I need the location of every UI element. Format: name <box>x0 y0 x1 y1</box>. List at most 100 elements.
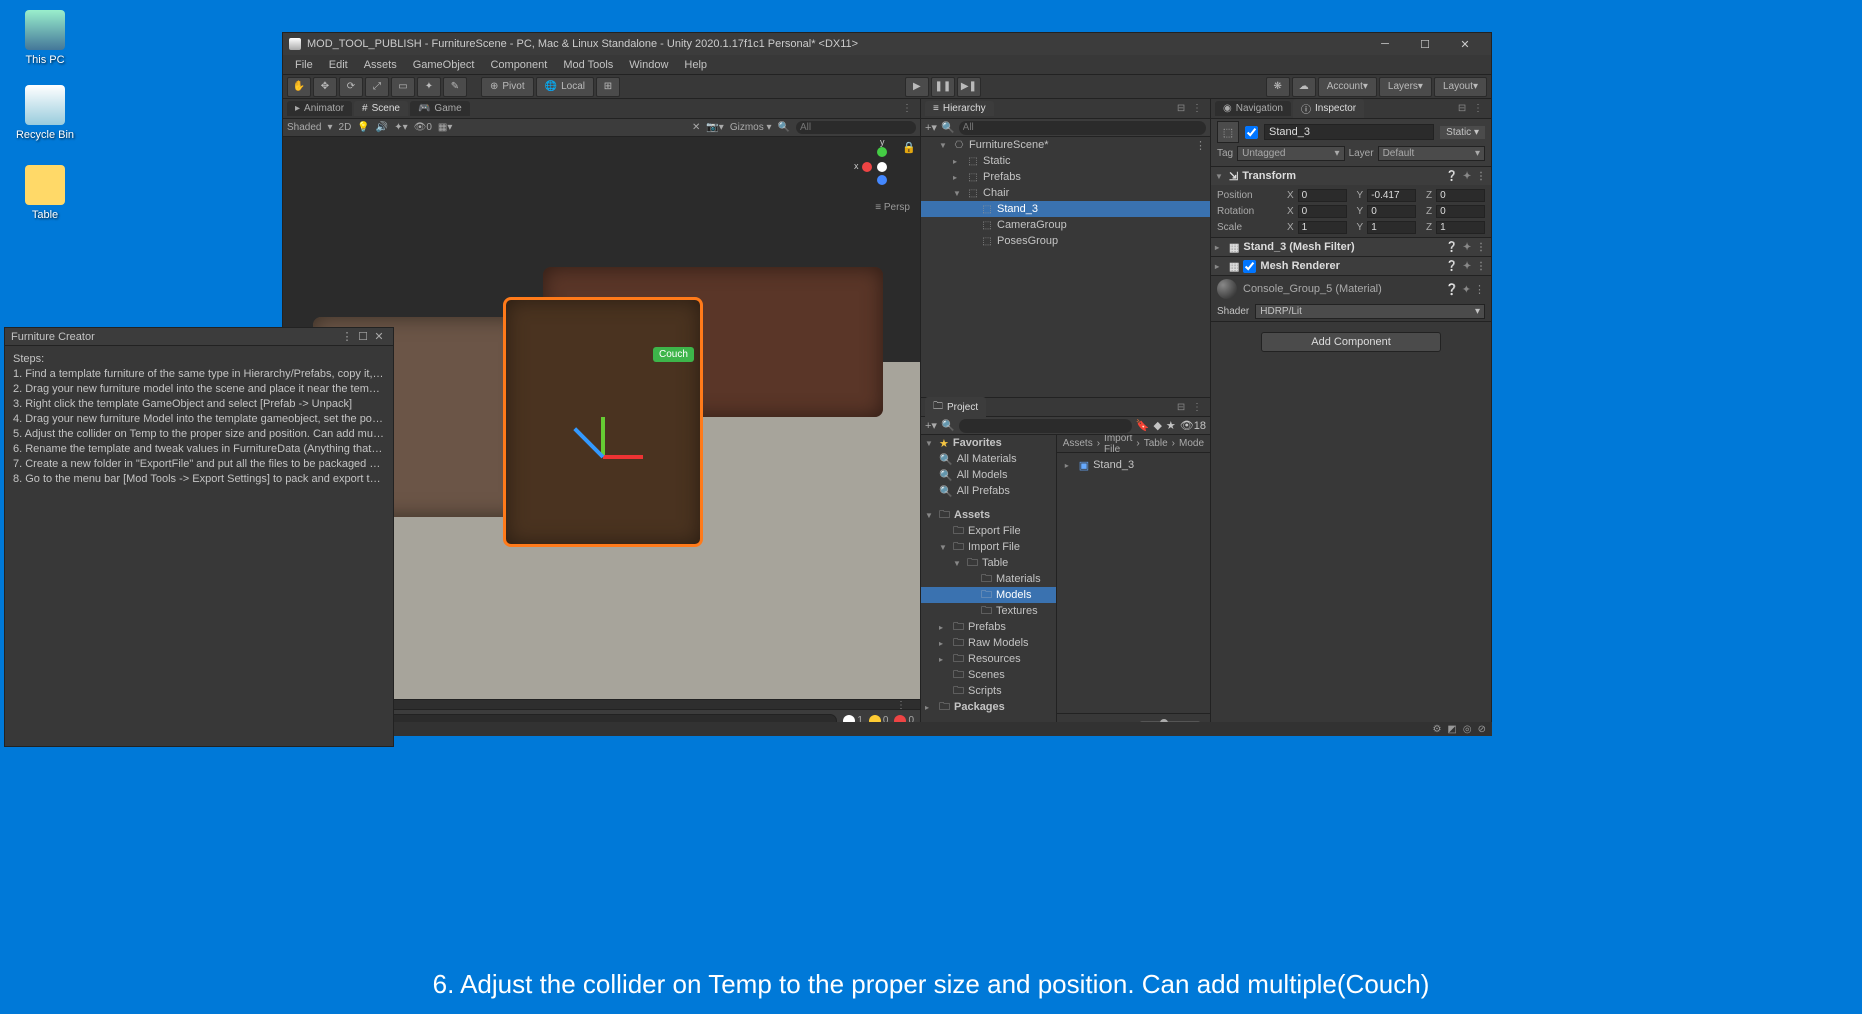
filter-icon[interactable]: 🔖 <box>1136 419 1150 432</box>
active-checkbox[interactable] <box>1245 126 1258 139</box>
scene-search[interactable] <box>796 121 916 134</box>
menu-component[interactable]: Component <box>482 57 555 73</box>
assets-header[interactable]: ▼🗀Assets <box>921 507 1056 523</box>
persp-label[interactable]: ≡ Persp <box>875 202 910 213</box>
folder-item[interactable]: ▸🗀Raw Models <box>921 635 1056 651</box>
folder-item[interactable]: ▼🗀Import File <box>921 539 1056 555</box>
material-header[interactable]: Console_Group_5 (Material)❔ ✦ ⋮ <box>1211 276 1491 302</box>
desktop-icon-recycle[interactable]: Recycle Bin <box>10 85 80 141</box>
scl-x[interactable]: 1 <box>1298 221 1347 234</box>
fav-item[interactable]: 🔍All Prefabs <box>921 483 1056 499</box>
favorites-header[interactable]: ▼★Favorites <box>921 435 1056 451</box>
step-button[interactable]: ▶❚ <box>957 77 981 97</box>
folder-item[interactable]: 🗀Scenes <box>921 667 1056 683</box>
hierarchy-item[interactable]: ⬚PosesGroup <box>921 233 1210 249</box>
tab-game[interactable]: 🎮 Game <box>410 101 470 116</box>
inspector-opts-icon[interactable]: ⊟ ⋮ <box>1458 103 1491 114</box>
fx-icon[interactable]: ✦▾ <box>394 122 407 133</box>
rect-tool[interactable]: ▭ <box>391 77 415 97</box>
fav-item[interactable]: 🔍All Materials <box>921 451 1056 467</box>
menu-modtools[interactable]: Mod Tools <box>555 57 621 73</box>
fc-menu-icon[interactable]: ⋮ <box>339 330 355 343</box>
filter-icon[interactable]: ◆ <box>1153 419 1161 432</box>
hierarchy-item[interactable]: ⬚CameraGroup <box>921 217 1210 233</box>
add-button[interactable]: +▾ <box>925 121 937 134</box>
scene-root[interactable]: ▼⎔FurnitureScene*⋮ <box>921 137 1210 153</box>
shader-dropdown[interactable]: HDRP/Lit▾ <box>1255 304 1485 319</box>
breadcrumb-item[interactable]: Import File <box>1104 435 1132 455</box>
status-icon[interactable]: ⊘ <box>1478 724 1486 735</box>
tab-inspector[interactable]: ⓘ Inspector <box>1293 99 1364 118</box>
static-dropdown[interactable]: Static ▾ <box>1440 126 1485 139</box>
hierarchy-opts-icon[interactable]: ⊟ ⋮ <box>1177 103 1210 114</box>
rot-y[interactable]: 0 <box>1367 205 1416 218</box>
rotate-tool[interactable]: ⟳ <box>339 77 363 97</box>
breadcrumb-item[interactable]: Table <box>1144 438 1168 449</box>
filter-icon[interactable]: ★ <box>1166 419 1176 432</box>
add-component-button[interactable]: Add Component <box>1261 332 1441 352</box>
folder-item[interactable]: ▸🗀Prefabs <box>921 619 1056 635</box>
pos-x[interactable]: 0 <box>1298 189 1347 202</box>
minimize-button[interactable]: ─ <box>1365 33 1405 55</box>
light-icon[interactable]: 💡 <box>357 122 369 133</box>
hierarchy-search[interactable] <box>959 121 1206 135</box>
tab-project[interactable]: 🗀 Project <box>925 397 986 418</box>
meshfilter-header[interactable]: ▸▦Stand_3 (Mesh Filter)❔ ✦ ⋮ <box>1211 238 1491 256</box>
status-icon[interactable]: ◩ <box>1447 724 1456 735</box>
tab-animator[interactable]: ▸ Animator <box>287 101 352 116</box>
grid-icon[interactable]: ▦▾ <box>438 122 452 133</box>
audio-icon[interactable]: 🔊 <box>376 122 388 133</box>
add-asset-button[interactable]: +▾ <box>925 419 937 432</box>
transform-tool[interactable]: ✦ <box>417 77 441 97</box>
snap-toggle[interactable]: ⊞ <box>596 77 620 97</box>
pause-button[interactable]: ❚❚ <box>931 77 955 97</box>
scl-z[interactable]: 1 <box>1436 221 1485 234</box>
fc-close-icon[interactable]: ✕ <box>371 330 387 343</box>
renderer-checkbox[interactable] <box>1243 260 1256 273</box>
breadcrumb-item[interactable]: Assets <box>1063 438 1093 449</box>
desktop-icon-pc[interactable]: This PC <box>10 10 80 66</box>
hand-tool[interactable]: ✋ <box>287 77 311 97</box>
object-name-field[interactable]: Stand_3 <box>1264 124 1434 140</box>
packages-header[interactable]: ▸🗀Packages <box>921 699 1056 715</box>
menu-window[interactable]: Window <box>621 57 676 73</box>
maximize-button[interactable]: ☐ <box>1405 33 1445 55</box>
transform-header[interactable]: ▼⇲Transform❔ ✦ ⋮ <box>1211 167 1491 185</box>
console-options-icon[interactable]: ⋮ <box>896 700 914 709</box>
breadcrumb-item[interactable]: Mode <box>1179 438 1204 449</box>
rot-z[interactable]: 0 <box>1436 205 1485 218</box>
folder-item[interactable]: 🗀Export File <box>921 523 1056 539</box>
shaded-dropdown[interactable]: Shaded <box>287 122 321 133</box>
tab-scene[interactable]: # Scene <box>354 101 408 116</box>
menu-file[interactable]: File <box>287 57 321 73</box>
fc-titlebar[interactable]: Furniture Creator ⋮ ☐ ✕ <box>5 328 393 346</box>
play-button[interactable]: ▶ <box>905 77 929 97</box>
object-icon[interactable]: ⬚ <box>1217 121 1239 143</box>
hierarchy-item-selected[interactable]: ⬚Stand_3 <box>921 201 1210 217</box>
tag-dropdown[interactable]: Untagged▾ <box>1237 146 1344 161</box>
pos-y[interactable]: -0.417 <box>1367 189 1416 202</box>
tools-icon[interactable]: ✕ <box>692 122 700 133</box>
asset-item[interactable]: ▸▣Stand_3 <box>1061 457 1206 473</box>
fav-item[interactable]: 🔍All Models <box>921 467 1056 483</box>
tab-navigation[interactable]: ◉ Navigation <box>1215 101 1291 116</box>
folder-item[interactable]: 🗀Textures <box>921 603 1056 619</box>
orientation-gizmo[interactable]: y x <box>862 147 902 187</box>
status-icon[interactable]: ◎ <box>1463 724 1472 735</box>
account-dropdown[interactable]: Account ▾ <box>1318 77 1377 97</box>
desktop-icon-table[interactable]: Table <box>10 165 80 221</box>
project-search[interactable] <box>959 419 1132 433</box>
move-tool[interactable]: ✥ <box>313 77 337 97</box>
custom-tool[interactable]: ✎ <box>443 77 467 97</box>
fc-max-icon[interactable]: ☐ <box>355 330 371 343</box>
hidden-icon[interactable]: 👁0 <box>414 122 432 133</box>
menu-gameobject[interactable]: GameObject <box>405 57 483 73</box>
local-toggle[interactable]: 🌐 Local <box>536 77 594 97</box>
camera-icon[interactable]: 📷▾ <box>706 122 723 133</box>
panel-options-icon[interactable]: ⋮ <box>902 103 920 114</box>
cloud-icon[interactable]: ☁ <box>1292 77 1316 97</box>
2d-toggle[interactable]: 2D <box>339 122 352 133</box>
tab-hierarchy[interactable]: ≡ Hierarchy <box>925 101 994 116</box>
scl-y[interactable]: 1 <box>1367 221 1416 234</box>
move-gizmo[interactable] <box>573 417 633 477</box>
